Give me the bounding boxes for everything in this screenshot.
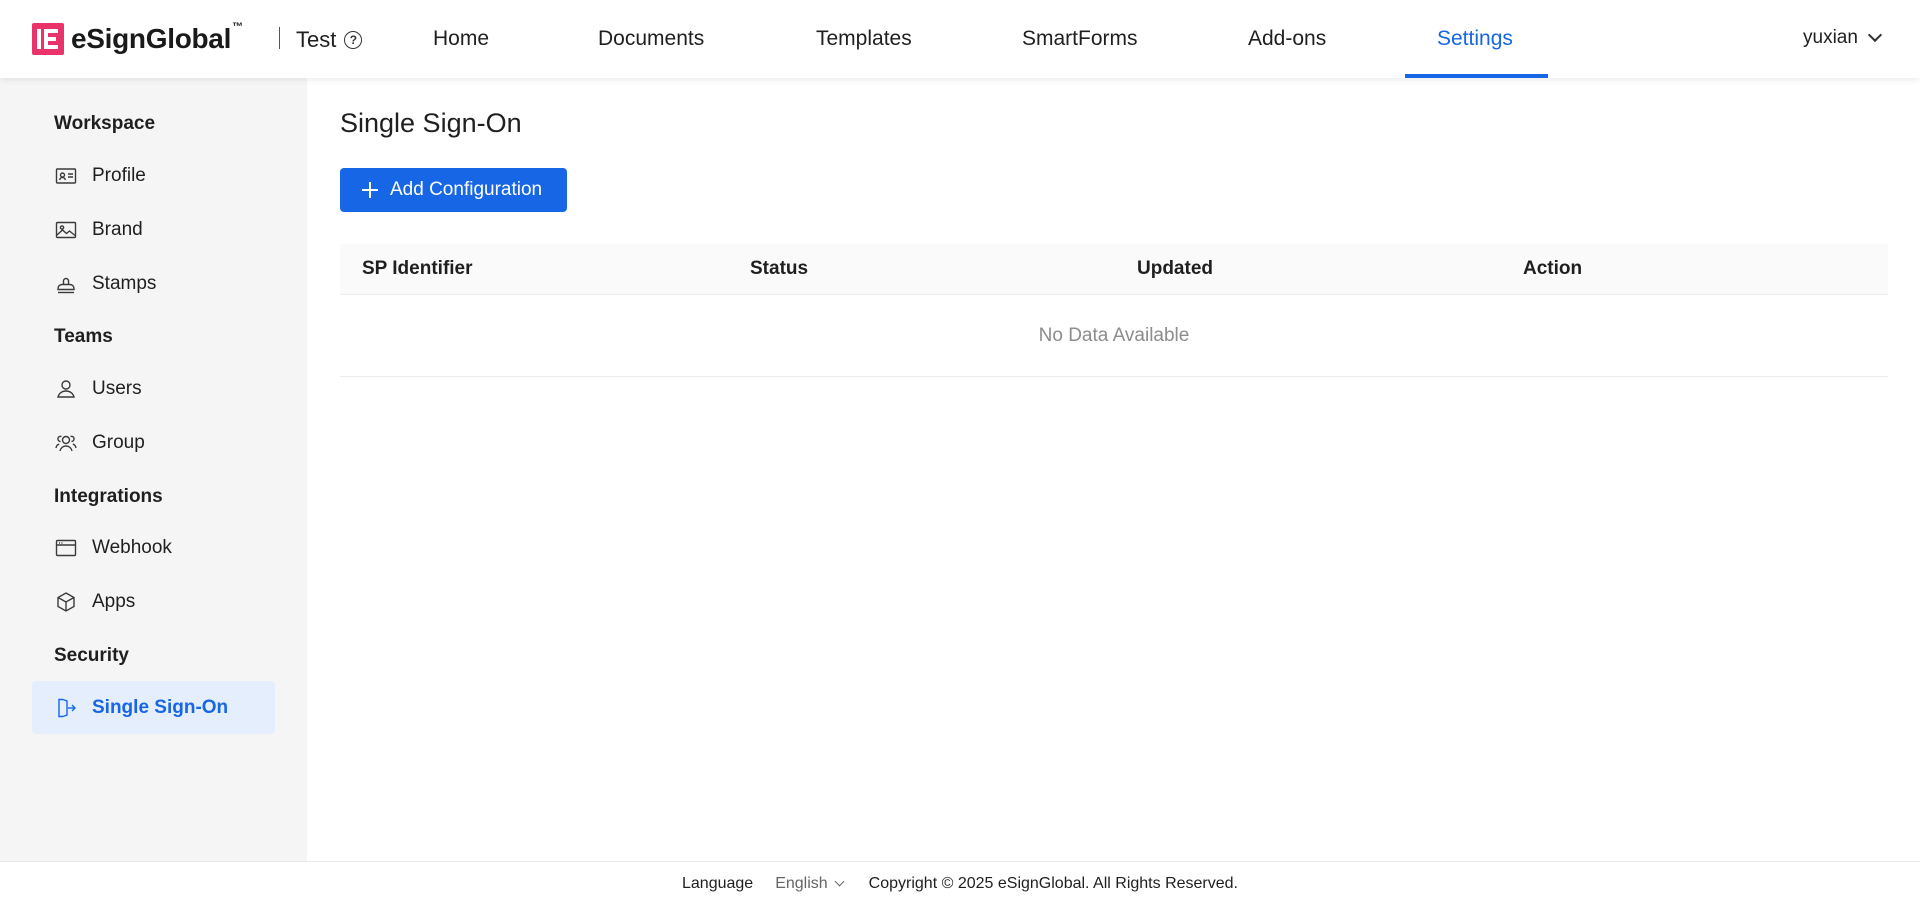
sidebar-item-label: Webhook xyxy=(92,536,172,558)
main-content: Single Sign-On Add Configuration SP Iden… xyxy=(307,78,1920,861)
sidebar-section-teams: Teams xyxy=(54,326,113,347)
help-icon[interactable]: ? xyxy=(344,31,363,49)
table-empty-state: No Data Available xyxy=(340,295,1888,377)
page-title: Single Sign-On xyxy=(340,108,522,138)
sidebar-item-label: Apps xyxy=(92,590,136,612)
group-icon xyxy=(54,431,78,455)
sidebar-item-stamps[interactable]: Stamps xyxy=(32,257,275,310)
table-header: SP Identifier Status Updated Action xyxy=(340,244,1888,295)
plus-icon xyxy=(362,182,378,198)
nav-smartforms[interactable]: SmartForms xyxy=(1022,27,1138,51)
nav-settings[interactable]: Settings xyxy=(1437,27,1513,51)
sidebar-item-group[interactable]: Group xyxy=(32,416,275,469)
sso-config-table: SP Identifier Status Updated Action No D… xyxy=(340,244,1888,377)
chevron-down-icon xyxy=(834,876,845,887)
logo-mark-icon xyxy=(32,23,64,55)
add-configuration-label: Add Configuration xyxy=(390,179,543,200)
sidebar-item-label: Brand xyxy=(92,218,143,240)
user-icon xyxy=(54,377,78,401)
sidebar-item-profile[interactable]: Profile xyxy=(32,149,275,202)
image-icon xyxy=(54,218,78,242)
sidebar-item-brand[interactable]: Brand xyxy=(32,203,275,256)
user-menu[interactable]: yuxian xyxy=(1803,27,1882,49)
browser-window-icon xyxy=(54,536,78,560)
cube-icon xyxy=(54,590,78,614)
sidebar-item-label: Single Sign-On xyxy=(92,696,229,718)
page-footer: Language English Copyright © 2025 eSignG… xyxy=(0,861,1920,905)
nav-documents[interactable]: Documents xyxy=(598,27,704,51)
sign-in-icon xyxy=(54,696,78,720)
brand-name: eSignGlobal™ xyxy=(71,21,243,54)
sidebar-section-integrations: Integrations xyxy=(54,486,163,507)
sidebar-item-single-sign-on[interactable]: Single Sign-On xyxy=(32,681,275,734)
id-card-icon xyxy=(54,164,78,188)
sidebar-item-apps[interactable]: Apps xyxy=(32,575,275,628)
nav-add-ons[interactable]: Add-ons xyxy=(1248,27,1326,51)
language-selector[interactable]: English xyxy=(775,874,845,893)
user-name: yuxian xyxy=(1803,27,1858,48)
nav-home[interactable]: Home xyxy=(433,27,489,51)
copyright-text: Copyright © 2025 eSignGlobal. All Rights… xyxy=(868,874,1238,892)
add-configuration-button[interactable]: Add Configuration xyxy=(340,168,567,212)
sidebar-item-label: Stamps xyxy=(92,272,157,294)
sidebar-item-label: Users xyxy=(92,377,142,399)
column-header-updated: Updated xyxy=(1137,258,1213,279)
column-header-sp-identifier: SP Identifier xyxy=(362,258,473,279)
column-header-status: Status xyxy=(750,258,809,279)
sidebar-item-label: Profile xyxy=(92,164,146,186)
sidebar-item-webhook[interactable]: Webhook xyxy=(32,521,275,574)
language-value: English xyxy=(775,874,828,892)
sidebar-item-users[interactable]: Users xyxy=(32,362,275,415)
sidebar-section-workspace: Workspace xyxy=(54,113,156,134)
language-label: Language xyxy=(682,874,754,892)
active-nav-indicator xyxy=(1405,74,1548,78)
workspace-switcher[interactable]: Test ? xyxy=(296,27,363,53)
brand-logo[interactable]: eSignGlobal™ xyxy=(32,21,243,55)
chevron-down-icon xyxy=(1867,27,1882,43)
header-divider xyxy=(279,27,280,49)
sidebar-item-label: Group xyxy=(92,431,145,453)
top-header: eSignGlobal™ Test ? Home Documents Templ… xyxy=(0,0,1920,78)
workspace-name: Test xyxy=(296,27,337,52)
nav-templates[interactable]: Templates xyxy=(816,27,912,51)
settings-sidebar: Workspace Profile Brand Stamps Teams Use… xyxy=(0,78,307,861)
column-header-action: Action xyxy=(1523,258,1583,279)
sidebar-section-security: Security xyxy=(54,645,129,666)
stamp-icon xyxy=(54,272,78,296)
